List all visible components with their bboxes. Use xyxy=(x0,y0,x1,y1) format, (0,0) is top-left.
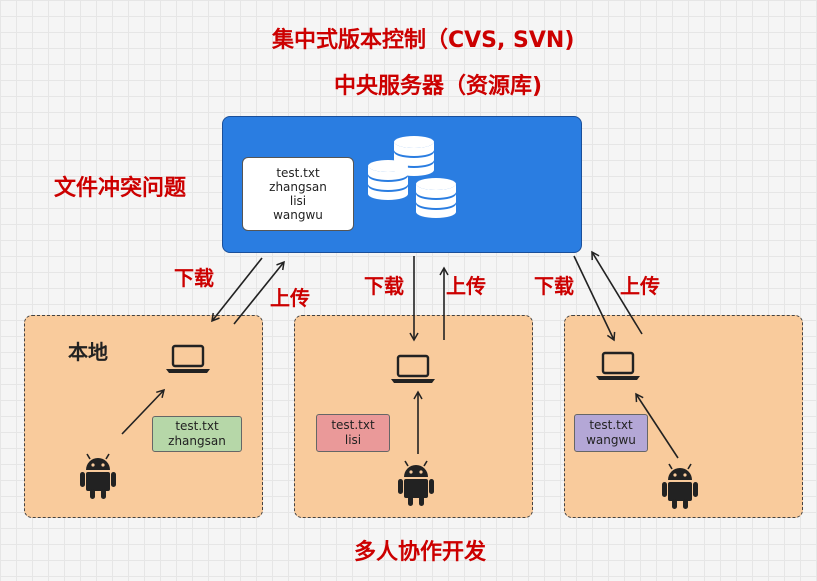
database-icon xyxy=(368,136,456,218)
laptop-icon xyxy=(389,354,437,385)
download-arrow-1 xyxy=(211,257,263,323)
download-arrow-3 xyxy=(573,255,616,342)
android-icon xyxy=(79,453,117,500)
laptop-icon xyxy=(594,351,642,382)
diagram-graphics xyxy=(79,136,699,510)
android-icon xyxy=(397,460,435,507)
upload-arrow-3 xyxy=(591,250,643,335)
upload-arrow-1 xyxy=(233,260,285,325)
android-icon xyxy=(661,463,699,510)
commit-arrow-3 xyxy=(635,392,679,459)
laptop-icon xyxy=(164,344,212,375)
commit-arrow-1 xyxy=(121,388,166,435)
